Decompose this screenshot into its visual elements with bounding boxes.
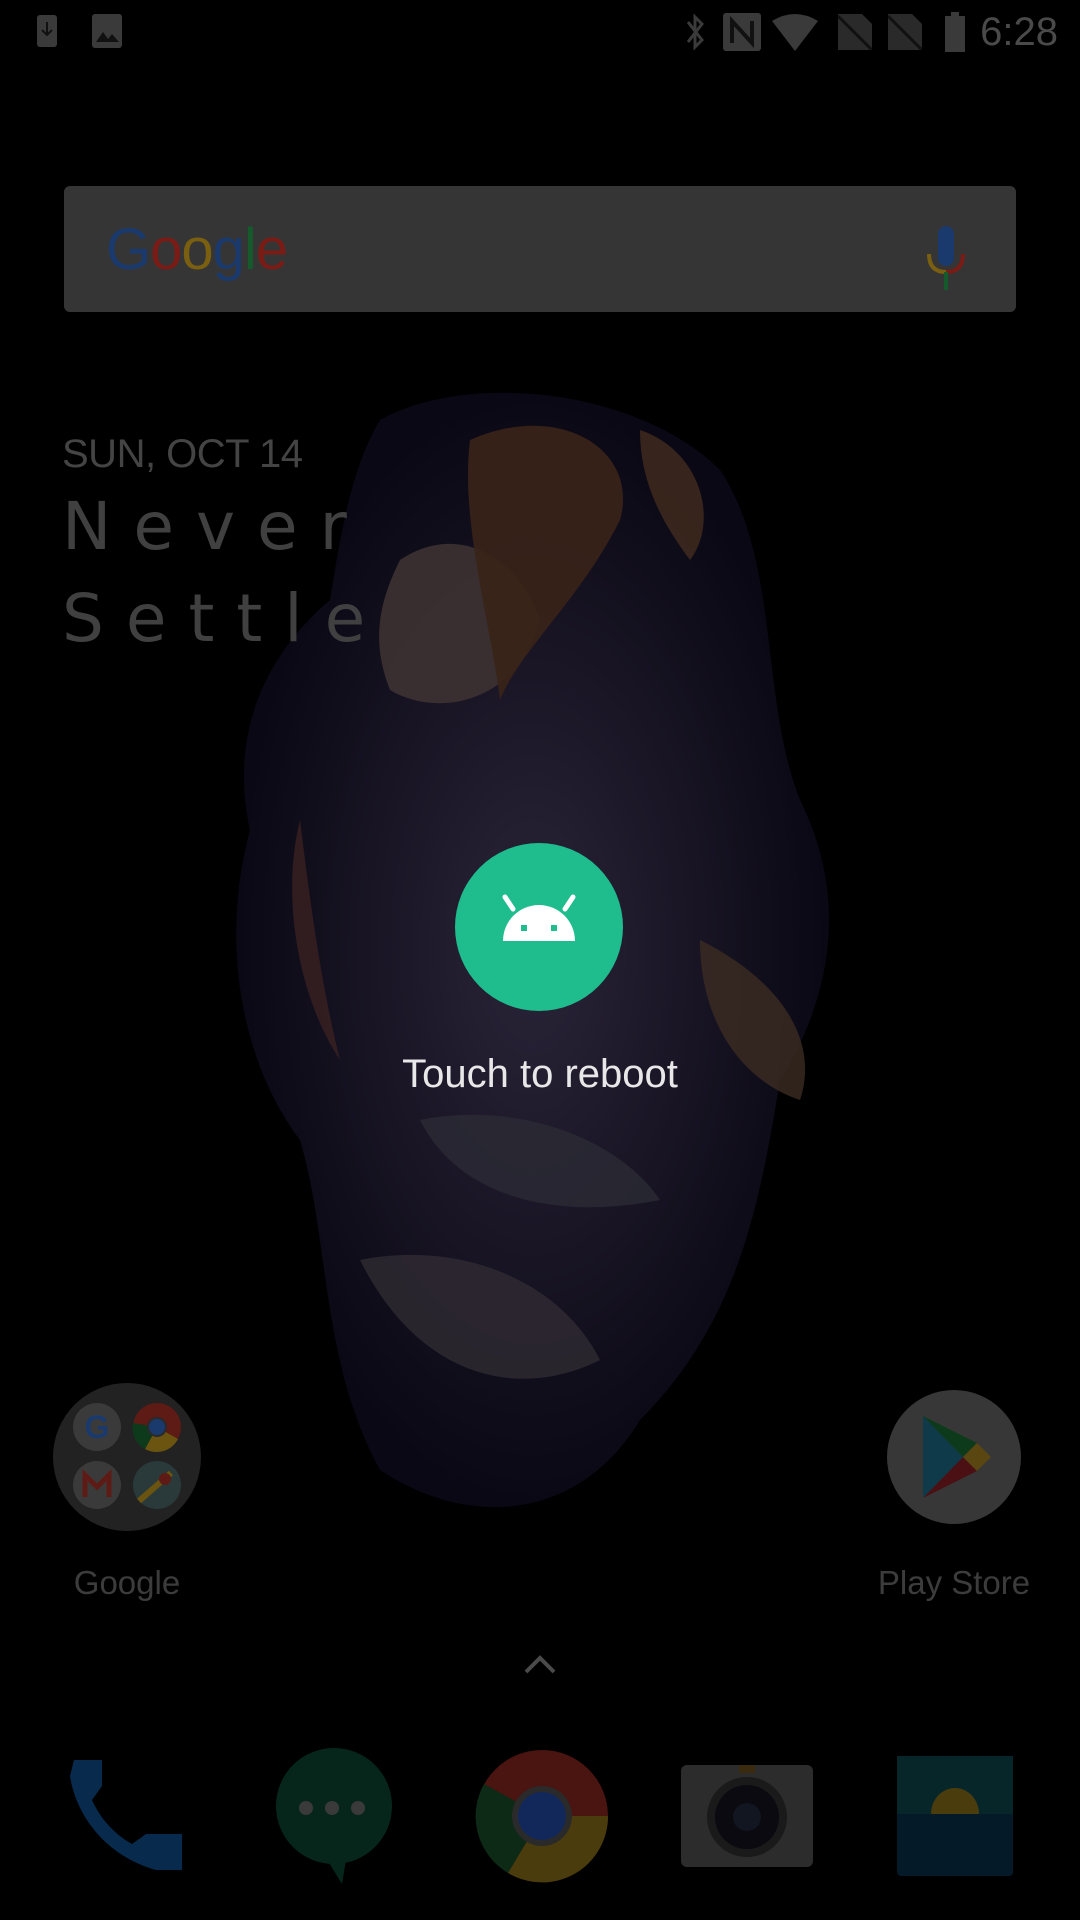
google-search-bar[interactable]: Google [64, 186, 1016, 312]
google-logo-letter: o [181, 217, 213, 282]
google-logo-letter: G [106, 217, 151, 282]
google-logo-letter: e [255, 217, 288, 282]
play-store-app[interactable] [887, 1390, 1021, 1524]
google-folder-label[interactable]: Google [17, 1564, 237, 1602]
date-label: SUN, OCT 14 [62, 432, 303, 476]
download-notification-icon [37, 15, 57, 47]
camera-icon[interactable] [681, 1765, 813, 1867]
google-logo-letter: l [243, 217, 257, 282]
chevron-up-icon[interactable] [522, 1652, 558, 1676]
status-bar: 6:28 [0, 0, 1080, 64]
microphone-icon[interactable] [926, 226, 966, 292]
slogan-line-2: Settle [62, 580, 388, 657]
svg-text:G: G [85, 1409, 110, 1445]
android-icon [502, 894, 576, 941]
gallery-icon[interactable] [897, 1756, 1013, 1876]
folder-contents-icon: G [73, 1403, 181, 1509]
reboot-button[interactable] [455, 843, 623, 1011]
no-sim-icon [838, 14, 872, 50]
reboot-label[interactable]: Touch to reboot [0, 1052, 1080, 1097]
no-sim-icon [888, 14, 922, 50]
chat-bubble-icon[interactable] [276, 1748, 396, 1884]
wifi-icon [772, 14, 818, 51]
play-store-label[interactable]: Play Store [844, 1564, 1064, 1602]
image-notification-icon [92, 14, 122, 48]
bluetooth-icon [686, 13, 704, 51]
slogan-line-1: Never [62, 488, 369, 565]
google-logo-letter: o [150, 217, 182, 282]
google-folder[interactable]: G [53, 1383, 201, 1531]
battery-icon [945, 12, 965, 52]
phone-icon[interactable] [66, 1756, 186, 1876]
play-store-icon [923, 1416, 991, 1498]
google-logo-letter: g [212, 217, 245, 282]
chrome-icon[interactable] [474, 1746, 610, 1886]
google-logo: Google [106, 216, 288, 283]
nfc-icon [723, 13, 761, 51]
clock-time: 6:28 [980, 10, 1058, 54]
